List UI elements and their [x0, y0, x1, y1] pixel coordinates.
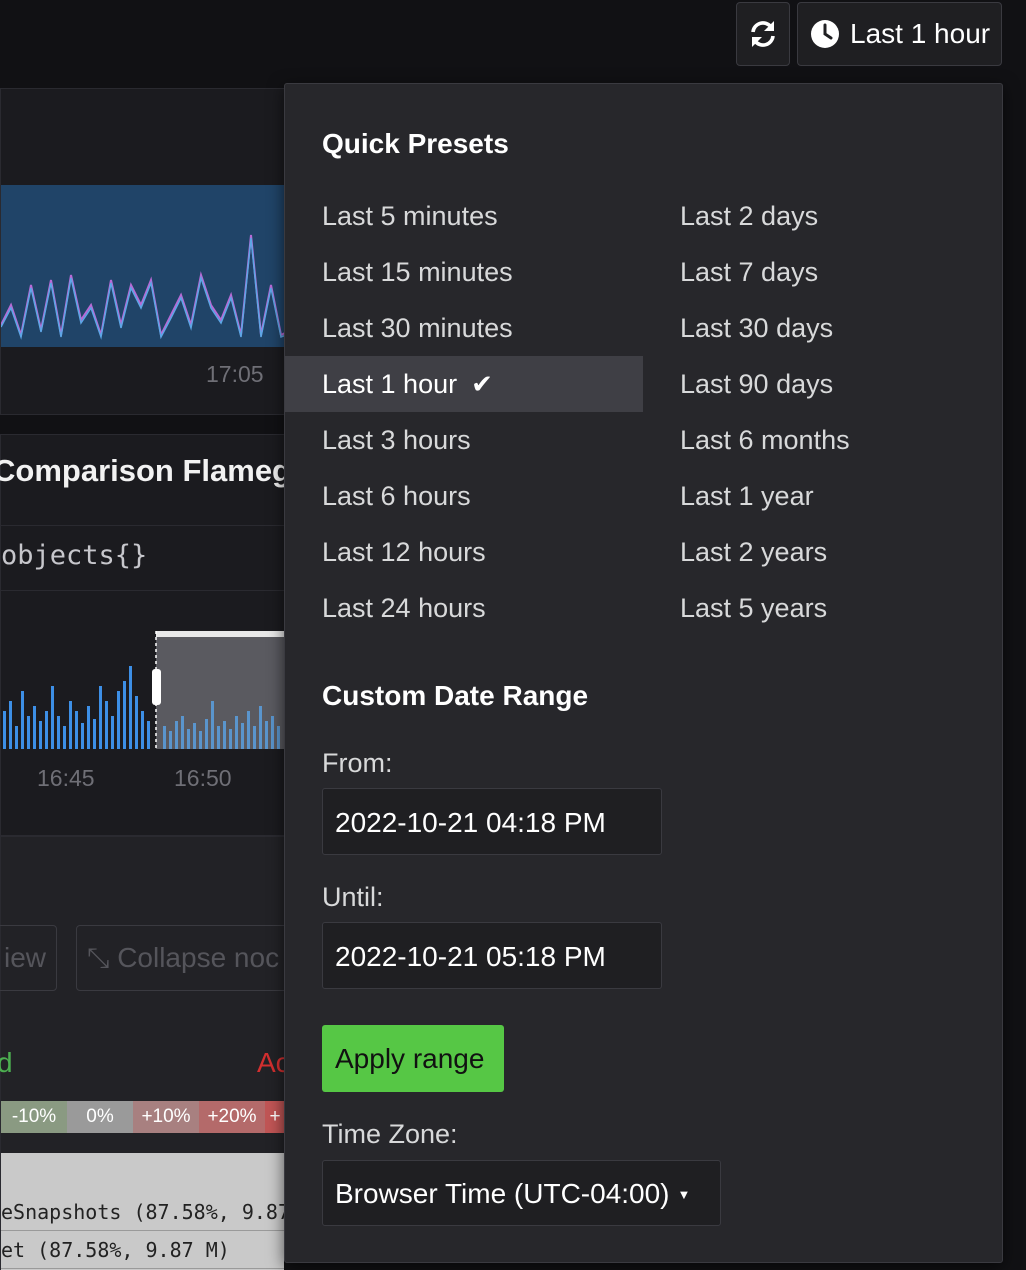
collapse-nodes-button[interactable]: ⤡ Collapse noc [76, 925, 284, 991]
flame-row[interactable]: eSnapshots (87.58%, 9.87 [1, 1193, 284, 1231]
preset-label: Last 30 days [680, 312, 834, 343]
preset-last-15-minutes[interactable]: Last 15 minutes [285, 244, 643, 300]
diff-legend: -10% 0% +10% +20% + [1, 1101, 284, 1133]
checkmark-icon: ✔ [471, 368, 493, 399]
preset-last-90-days[interactable]: Last 90 days [643, 356, 1001, 412]
until-label: Until: [322, 882, 384, 912]
preset-last-30-days[interactable]: Last 30 days [643, 300, 1001, 356]
collapse-icon: ⤡ [87, 942, 118, 973]
preset-label: Last 1 year [680, 480, 814, 511]
preset-last-7-days[interactable]: Last 7 days [643, 244, 1001, 300]
timeline-plot[interactable] [0, 185, 284, 347]
preset-last-2-days[interactable]: Last 2 days [643, 188, 1001, 244]
legend-item: -10% [1, 1101, 67, 1133]
preset-label: Last 12 hours [322, 536, 486, 567]
legend-item: +20% [199, 1101, 265, 1133]
panel-title: Comparison Flameg [0, 453, 284, 488]
histogram[interactable] [1, 631, 284, 749]
removed-label: d [0, 1047, 13, 1078]
axis-tick: 16:45 [37, 765, 95, 791]
timezone-value: Browser Time (UTC-04:00) [335, 1178, 670, 1209]
timezone-select[interactable]: Browser Time (UTC-04:00) ▼ [322, 1160, 721, 1226]
quick-presets-title: Quick Presets [322, 128, 509, 159]
legend-item: 0% [67, 1101, 133, 1133]
top-toolbar: Last 1 hour [0, 0, 1026, 70]
preset-label: Last 6 hours [322, 480, 471, 511]
flame-row[interactable]: et (87.58%, 9.87 M) [1, 1231, 284, 1269]
added-label: Ac [257, 1047, 284, 1078]
view-button[interactable]: iew [0, 925, 57, 991]
preset-label: Last 5 minutes [322, 200, 498, 231]
preset-label: Last 5 years [680, 592, 828, 623]
preset-label: Last 3 hours [322, 424, 471, 455]
timeline-panel: 17:05 [0, 88, 284, 415]
time-range-label: Last 1 hour [850, 18, 991, 49]
axis-tick: 16:50 [174, 765, 232, 791]
preset-label: Last 2 years [680, 536, 828, 567]
flamegraph-panel: iew ⤡ Collapse noc d Ac -10% 0% +10% +20… [0, 836, 284, 1270]
preset-last-2-years[interactable]: Last 2 years [643, 524, 1001, 580]
time-range-button[interactable]: Last 1 hour [797, 2, 1002, 66]
presets-column-left: Last 5 minutes Last 15 minutes Last 30 m… [285, 188, 643, 636]
query-input[interactable]: objects{} [1, 525, 284, 591]
preset-label: Last 6 months [680, 424, 850, 455]
preset-last-3-hours[interactable]: Last 3 hours [285, 412, 643, 468]
preset-last-30-minutes[interactable]: Last 30 minutes [285, 300, 643, 356]
presets-column-right: Last 2 days Last 7 days Last 30 days Las… [643, 188, 1001, 636]
legend-item: + [265, 1101, 284, 1133]
collapse-label: Collapse noc [117, 942, 280, 973]
refresh-button[interactable] [736, 2, 790, 66]
preset-last-6-months[interactable]: Last 6 months [643, 412, 1001, 468]
preset-last-12-hours[interactable]: Last 12 hours [285, 524, 643, 580]
time-range-picker: Quick Presets Last 5 minutes Last 15 min… [284, 83, 1003, 1263]
timezone-label: Time Zone: [322, 1119, 458, 1149]
until-input[interactable]: 2022-10-21 05:18 PM [322, 922, 662, 989]
clock-icon [811, 20, 839, 48]
preset-label: Last 90 days [680, 368, 834, 399]
legend-item: +10% [133, 1101, 199, 1133]
flamegraph[interactable]: eSnapshots (87.58%, 9.87 et (87.58%, 9.8… [1, 1153, 284, 1270]
selection-handle[interactable] [152, 669, 161, 705]
preset-label: Last 30 minutes [322, 312, 513, 343]
axis-tick: 17:05 [206, 361, 264, 387]
preset-last-5-minutes[interactable]: Last 5 minutes [285, 188, 643, 244]
preset-label: Last 24 hours [322, 592, 486, 623]
preset-last-5-years[interactable]: Last 5 years [643, 580, 1001, 636]
preset-last-1-year[interactable]: Last 1 year [643, 468, 1001, 524]
apply-range-button[interactable]: Apply range [322, 1025, 504, 1092]
preset-label: Last 1 hour [322, 368, 458, 399]
from-label: From: [322, 748, 393, 778]
from-input[interactable]: 2022-10-21 04:18 PM [322, 788, 662, 855]
caret-down-icon: ▼ [677, 1187, 691, 1202]
dashboard-background: 17:05 Comparison Flameg objects{} 16:45 … [0, 88, 284, 1270]
preset-label: Last 7 days [680, 256, 819, 287]
preset-last-1-hour[interactable]: Last 1 hour ✔ [285, 356, 643, 412]
custom-range-title: Custom Date Range [322, 680, 589, 711]
preset-label: Last 15 minutes [322, 256, 513, 287]
preset-last-6-hours[interactable]: Last 6 hours [285, 468, 643, 524]
refresh-icon [751, 21, 775, 47]
preset-label: Last 2 days [680, 200, 819, 231]
comparison-panel: Comparison Flameg objects{} 16:45 16:50 [0, 434, 284, 836]
preset-last-24-hours[interactable]: Last 24 hours [285, 580, 643, 636]
